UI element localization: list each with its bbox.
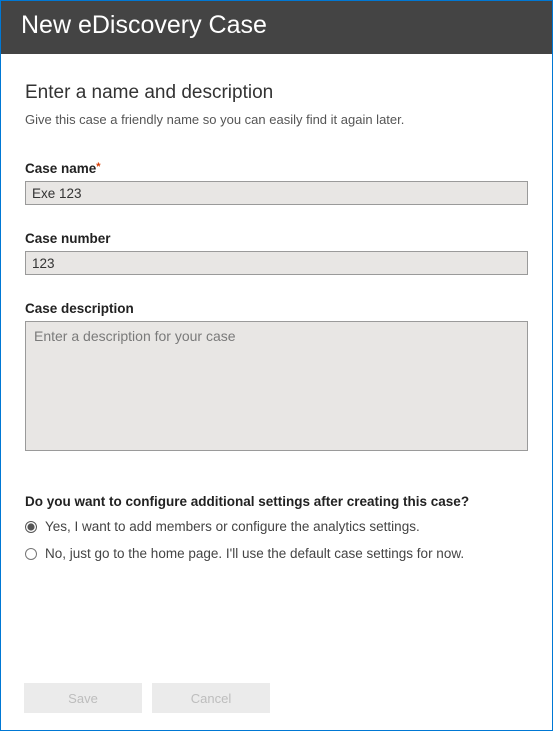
radio-no-input[interactable]	[25, 548, 37, 560]
case-name-input[interactable]	[25, 181, 528, 205]
field-case-description: Case description	[25, 301, 528, 456]
radio-option-no[interactable]: No, just go to the home page. I'll use t…	[25, 546, 528, 561]
case-description-input[interactable]	[25, 321, 528, 451]
case-number-label: Case number	[25, 231, 528, 246]
case-description-label: Case description	[25, 301, 528, 316]
field-case-number: Case number	[25, 231, 528, 275]
save-button[interactable]: Save	[24, 683, 142, 713]
dialog-footer: Save Cancel	[24, 683, 270, 713]
cancel-button[interactable]: Cancel	[152, 683, 270, 713]
required-indicator: *	[96, 161, 100, 173]
case-number-input[interactable]	[25, 251, 528, 275]
radio-yes-input[interactable]	[25, 521, 37, 533]
section-title: Enter a name and description	[25, 82, 528, 104]
dialog-header: New eDiscovery Case	[1, 1, 552, 54]
configure-question-label: Do you want to configure additional sett…	[25, 494, 528, 509]
radio-no-label: No, just go to the home page. I'll use t…	[45, 546, 464, 561]
dialog-content: Enter a name and description Give this c…	[1, 54, 552, 561]
radio-yes-label: Yes, I want to add members or configure …	[45, 519, 420, 534]
dialog-title: New eDiscovery Case	[21, 11, 532, 40]
radio-option-yes[interactable]: Yes, I want to add members or configure …	[25, 519, 528, 534]
case-name-label: Case name*	[25, 161, 528, 176]
field-case-name: Case name*	[25, 161, 528, 205]
section-description: Give this case a friendly name so you ca…	[25, 112, 528, 127]
